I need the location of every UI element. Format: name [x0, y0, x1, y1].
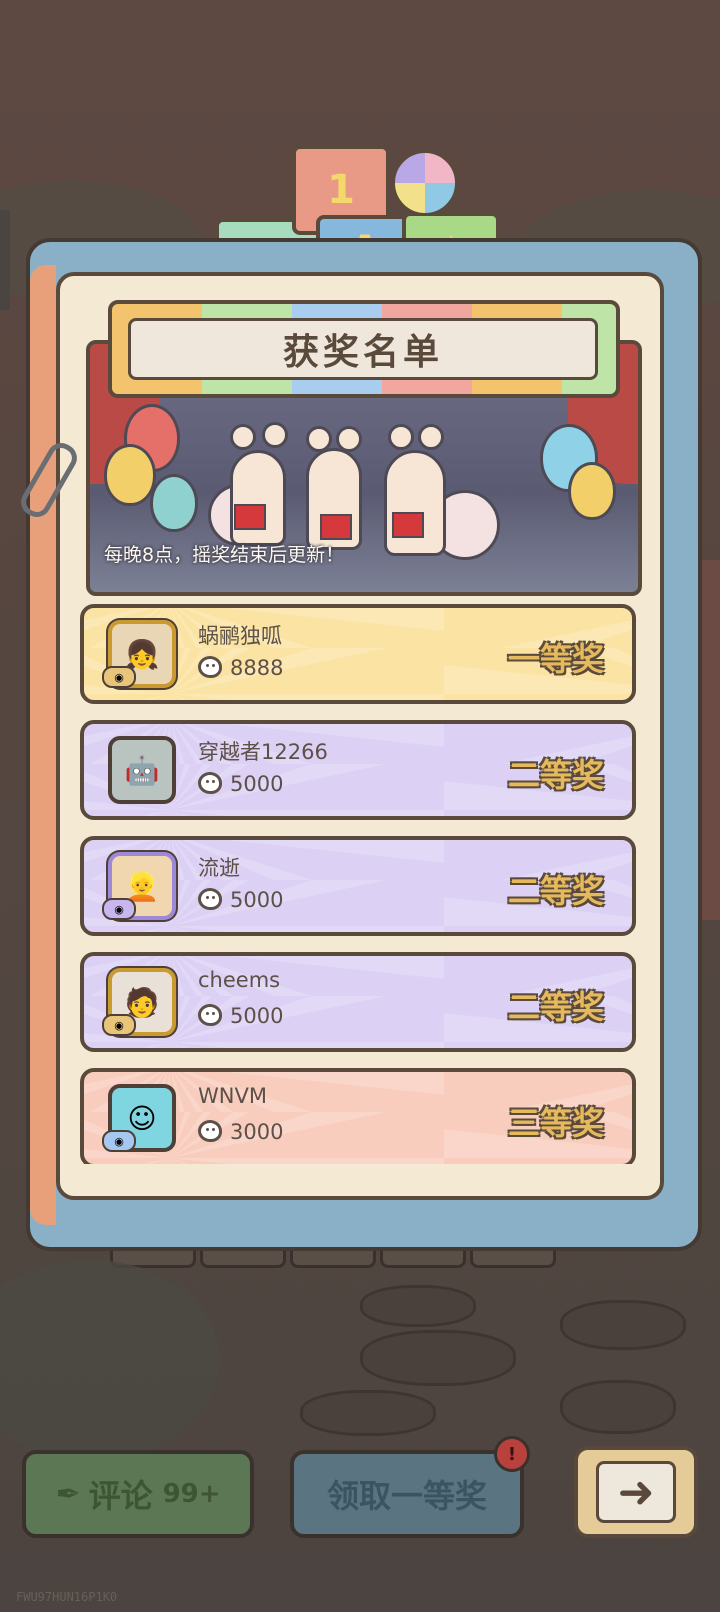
winners-list[interactable]: 👧 ◉ 蜗鹂独呱 8888 一等奖 🤖 穿越者12266 5000 二等奖 👱 …	[80, 604, 638, 1164]
winner-score: 5000	[230, 772, 284, 796]
winner-score: 8888	[230, 656, 284, 680]
rank-badge-icon: ◉	[102, 1014, 136, 1036]
winner-row: 👱 ◉ 流逝 5000 二等奖	[80, 836, 636, 936]
snail-character	[384, 450, 446, 556]
winner-name: WNVM	[198, 1084, 267, 1108]
winner-score: 3000	[230, 1120, 284, 1144]
alert-badge: !	[494, 1436, 530, 1472]
watermark-text: FWU97HUN16P1K0	[16, 1590, 118, 1604]
winner-name: 蜗鹂独呱	[198, 624, 282, 648]
pinwheel-icon	[392, 150, 458, 216]
snail-coin-icon	[198, 888, 222, 910]
snail-coin-icon	[198, 1004, 222, 1026]
winner-score: 5000	[230, 888, 284, 912]
red-envelope-icon	[320, 514, 352, 540]
rank-badge-icon: ◉	[102, 898, 136, 920]
comment-button[interactable]: ✒ 评论 99+	[22, 1450, 254, 1538]
winner-name: cheems	[198, 968, 281, 992]
update-notice: 每晚8点，摇奖结束后更新！	[104, 544, 345, 566]
snail-coin-icon	[198, 656, 222, 678]
winner-name: 穿越者12266	[198, 740, 328, 764]
comment-count: 99+	[162, 1479, 221, 1509]
winner-row: ☺ ◉ WNVM 3000 三等奖	[80, 1068, 636, 1164]
page-title: 获奖名单	[128, 318, 598, 380]
snail-character	[230, 450, 286, 546]
robot-avatar-icon[interactable]: 🤖	[108, 736, 176, 804]
claim-first-prize-button[interactable]: 领取一等奖	[290, 1450, 524, 1538]
next-button[interactable]: ➜	[574, 1446, 698, 1538]
snail-eye	[388, 424, 414, 450]
red-envelope-icon	[392, 512, 424, 538]
balloon-icon	[150, 474, 198, 532]
prize-label: 二等奖	[507, 756, 604, 794]
prize-label: 二等奖	[507, 872, 604, 910]
rank-badge-icon: ◉	[102, 1130, 136, 1152]
snail-eye	[230, 424, 256, 450]
rank-badge-icon: ◉	[102, 666, 136, 688]
arrow-right-icon: ➜	[596, 1461, 676, 1523]
snail-eye	[418, 424, 444, 450]
snail-coin-icon	[198, 1120, 222, 1142]
snail-eye	[336, 426, 362, 452]
block-number-label: 1	[327, 167, 355, 213]
balloon-icon	[104, 444, 156, 506]
snail-coin-icon	[198, 772, 222, 794]
board-frame-stripe	[30, 265, 56, 1225]
claim-label: 领取一等奖	[326, 1477, 487, 1515]
winner-name: 流逝	[198, 856, 240, 880]
winner-row: 🤖 穿越者12266 5000 二等奖	[80, 720, 636, 820]
balloon-icon	[568, 462, 616, 520]
prize-label: 二等奖	[507, 988, 604, 1026]
winner-score: 5000	[230, 1004, 284, 1028]
prize-label: 一等奖	[507, 640, 604, 678]
red-envelope-icon	[234, 504, 266, 530]
prize-label: 三等奖	[507, 1104, 604, 1142]
winner-row: 👧 ◉ 蜗鹂独呱 8888 一等奖	[80, 604, 636, 704]
comment-label: 评论	[88, 1477, 153, 1515]
quill-icon: ✒	[55, 1476, 81, 1512]
winner-row: 🧑 ◉ cheems 5000 二等奖	[80, 952, 636, 1052]
snail-eye	[306, 426, 332, 452]
snail-eye	[262, 422, 288, 448]
